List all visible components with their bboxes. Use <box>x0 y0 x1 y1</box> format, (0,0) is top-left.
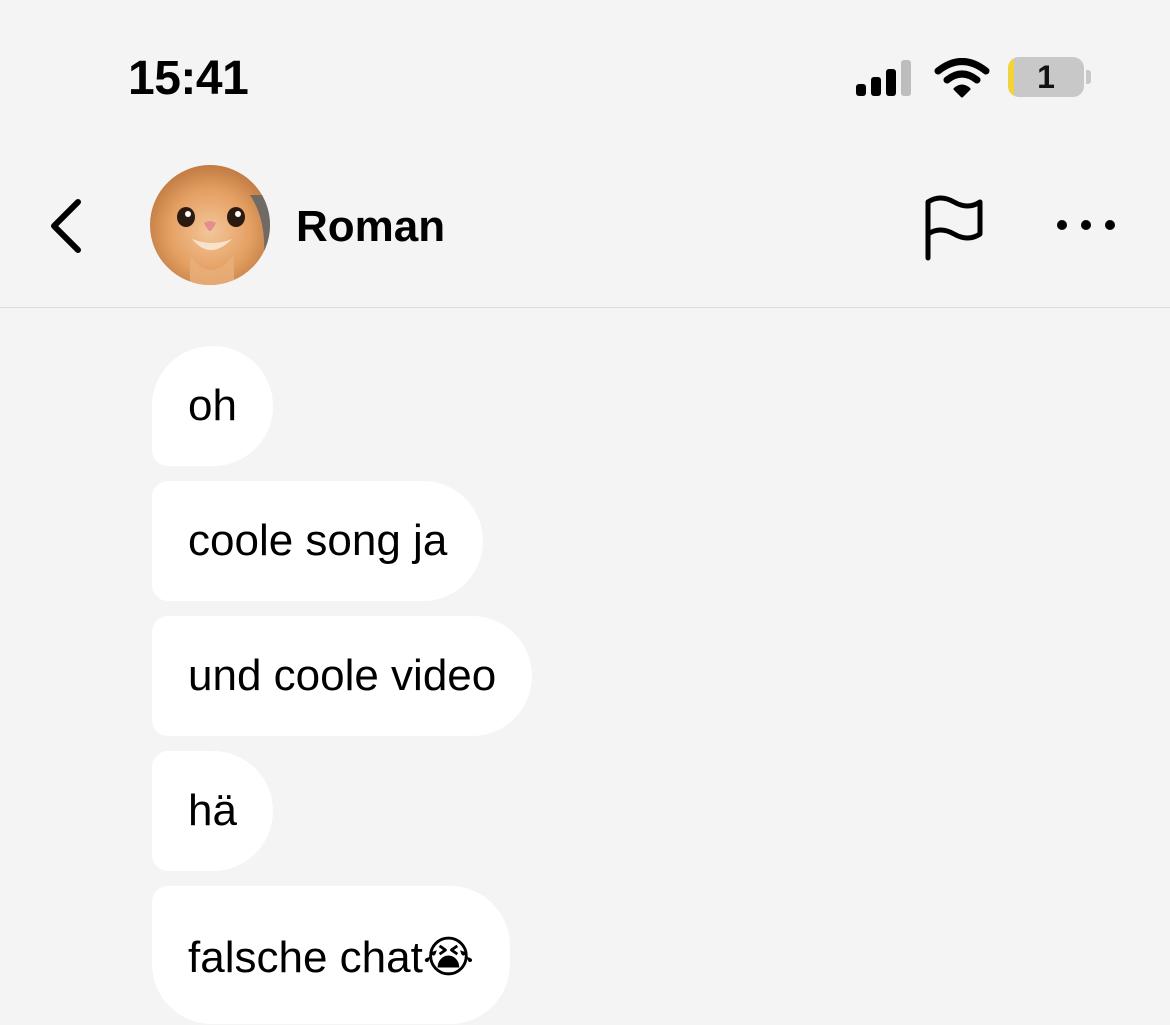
battery-icon: 1 <box>1008 57 1084 97</box>
cat-photo-icon <box>150 165 270 285</box>
contact-name[interactable]: Roman <box>296 202 445 252</box>
wifi-icon <box>934 58 990 98</box>
more-horizontal-icon[interactable] <box>1052 210 1120 240</box>
battery-cap <box>1086 70 1091 84</box>
avatar[interactable] <box>150 165 270 285</box>
message-bubble[interactable]: falsche chat😭 <box>152 886 511 1024</box>
message-bubble[interactable]: oh <box>152 346 273 466</box>
status-time: 15:41 <box>128 52 249 105</box>
message-bubble[interactable]: coole song ja <box>152 481 484 601</box>
chevron-left-icon[interactable] <box>40 194 92 258</box>
message-bubble[interactable]: und coole video <box>152 616 533 736</box>
dm-chat-screen: 15:41 1 Roman oh coole song ja und coole… <box>0 0 1170 1025</box>
status-bar: 15:41 1 <box>0 0 1170 150</box>
chat-header: Roman <box>0 150 1170 308</box>
cellular-signal-icon <box>856 60 911 96</box>
message-bubble[interactable]: hä <box>152 751 273 871</box>
flag-icon[interactable] <box>918 192 990 264</box>
battery-level: 1 <box>1037 59 1055 95</box>
